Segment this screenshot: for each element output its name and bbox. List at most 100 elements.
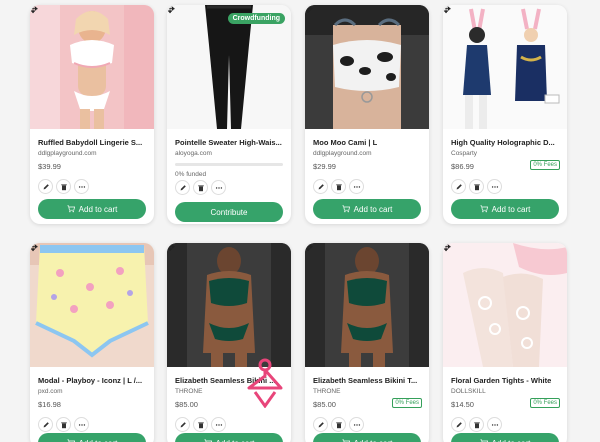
more-icon[interactable] <box>74 417 89 432</box>
more-icon[interactable] <box>211 417 226 432</box>
product-card[interactable]: ✥ Elizabeth Seamless Bikini T... THRONE … <box>305 243 429 442</box>
add-to-cart-button[interactable]: Add to cart <box>38 433 146 442</box>
pencil-icon[interactable] <box>175 180 190 195</box>
product-card[interactable]: ✥ Modal - Playboy - Iconz | L /... pxd.c… <box>30 243 154 442</box>
product-card[interactable]: ✥ High Quality Holographic D... Cosparty… <box>443 5 567 224</box>
trash-icon[interactable] <box>193 180 208 195</box>
product-price: $85.00 <box>313 400 336 409</box>
product-image[interactable] <box>443 243 567 367</box>
add-to-cart-button[interactable]: Add to cart <box>175 433 283 442</box>
pencil-icon[interactable] <box>451 417 466 432</box>
card-actions <box>451 179 502 194</box>
fees-badge: 0% Fees <box>392 398 422 408</box>
product-domain: aloyoga.com <box>175 150 212 157</box>
more-icon[interactable] <box>349 179 364 194</box>
card-actions <box>38 179 89 194</box>
pencil-icon[interactable] <box>175 417 190 432</box>
product-title[interactable]: Moo Moo Cami | L <box>313 138 423 147</box>
contribute-button[interactable]: Contribute <box>175 202 283 222</box>
fees-badge: 0% Fees <box>530 160 560 170</box>
more-icon[interactable] <box>487 179 502 194</box>
add-to-cart-button[interactable]: Add to cart <box>313 199 421 219</box>
add-to-cart-label: Add to cart <box>354 439 393 442</box>
card-actions <box>313 417 364 432</box>
more-icon[interactable] <box>211 180 226 195</box>
pencil-icon[interactable] <box>38 179 53 194</box>
add-to-cart-label: Add to cart <box>353 204 393 214</box>
product-title[interactable]: Modal - Playboy - Iconz | L /... <box>38 376 148 385</box>
more-icon[interactable] <box>487 417 502 432</box>
pencil-icon[interactable] <box>313 417 328 432</box>
product-title[interactable]: Elizabeth Seamless Bikini T... <box>313 376 423 385</box>
move-icon[interactable]: ✥ <box>167 5 175 15</box>
trash-icon[interactable] <box>331 417 346 432</box>
fees-badge: 0% Fees <box>530 398 560 408</box>
cart-icon <box>480 205 488 213</box>
product-card[interactable]: ✥ Moo Moo Cami | L ddlgplayground.com $2… <box>305 5 429 224</box>
move-icon[interactable]: ✥ <box>305 243 313 253</box>
product-price: $29.99 <box>313 162 336 171</box>
move-icon[interactable]: ✥ <box>443 243 451 253</box>
product-title[interactable]: Pointelle Sweater High-Wais... <box>175 138 285 147</box>
move-icon[interactable]: ✥ <box>305 5 313 15</box>
product-domain: ddlgplayground.com <box>38 150 97 157</box>
add-to-cart-button[interactable]: Add to cart <box>451 433 559 442</box>
product-image[interactable] <box>30 243 154 367</box>
hanger-watermark-icon <box>247 358 283 408</box>
card-actions <box>38 417 89 432</box>
card-actions <box>313 179 364 194</box>
product-domain: Cosparty <box>451 150 478 157</box>
product-price: $86.99 <box>451 162 474 171</box>
product-price: $16.98 <box>38 400 61 409</box>
product-card[interactable]: Crowdfunding ✥ Pointelle Sweater High-Wa… <box>167 5 291 224</box>
move-icon[interactable]: ✥ <box>30 243 38 253</box>
product-domain: THRONE <box>313 388 341 395</box>
card-actions <box>451 417 502 432</box>
add-to-cart-label: Add to cart <box>78 204 118 214</box>
product-domain: pxd.com <box>38 388 63 395</box>
add-to-cart-button[interactable]: Add to cart <box>451 199 559 219</box>
product-card[interactable]: ✥ Ruffled Babydoll Lingerie S... ddlgpla… <box>30 5 154 224</box>
trash-icon[interactable] <box>331 179 346 194</box>
product-price: $39.99 <box>38 162 61 171</box>
card-actions <box>175 417 226 432</box>
product-price: $14.50 <box>451 400 474 409</box>
product-title[interactable]: High Quality Holographic D... <box>451 138 561 147</box>
product-image[interactable] <box>305 243 429 367</box>
add-to-cart-button[interactable]: Add to cart <box>38 199 146 219</box>
pencil-icon[interactable] <box>38 417 53 432</box>
product-image[interactable] <box>305 5 429 129</box>
move-icon[interactable]: ✥ <box>30 5 38 15</box>
pencil-icon[interactable] <box>451 179 466 194</box>
trash-icon[interactable] <box>56 179 71 194</box>
product-price: $85.00 <box>175 400 198 409</box>
cart-icon <box>67 205 75 213</box>
funded-status: 0% funded <box>175 171 207 178</box>
product-title[interactable]: Ruffled Babydoll Lingerie S... <box>38 138 148 147</box>
product-image[interactable] <box>167 243 291 367</box>
trash-icon[interactable] <box>56 417 71 432</box>
trash-icon[interactable] <box>193 417 208 432</box>
trash-icon[interactable] <box>469 417 484 432</box>
product-image[interactable] <box>30 5 154 129</box>
add-to-cart-label: Add to cart <box>491 204 531 214</box>
more-icon[interactable] <box>349 417 364 432</box>
product-domain: ddlgplayground.com <box>313 150 372 157</box>
wishlist-grid: ✥ Ruffled Babydoll Lingerie S... ddlgpla… <box>0 0 600 442</box>
product-card[interactable]: ✥ Floral Garden Tights - White DOLLSKILL… <box>443 243 567 442</box>
cart-icon <box>342 205 350 213</box>
move-icon[interactable]: ✥ <box>167 243 175 253</box>
product-title[interactable]: Floral Garden Tights - White <box>451 376 561 385</box>
pencil-icon[interactable] <box>313 179 328 194</box>
more-icon[interactable] <box>74 179 89 194</box>
move-icon[interactable]: ✥ <box>443 5 451 15</box>
product-image[interactable] <box>443 5 567 129</box>
trash-icon[interactable] <box>469 179 484 194</box>
product-domain: THRONE <box>175 388 203 395</box>
product-card[interactable]: ✥ Elizabeth Seamless Bikini ... THRONE $… <box>167 243 291 442</box>
add-to-cart-label: Add to cart <box>216 439 255 442</box>
funding-progress-bar <box>175 163 283 166</box>
add-to-cart-button[interactable]: Add to cart <box>313 433 421 442</box>
add-to-cart-label: Add to cart <box>79 439 118 442</box>
product-domain: DOLLSKILL <box>451 388 486 395</box>
